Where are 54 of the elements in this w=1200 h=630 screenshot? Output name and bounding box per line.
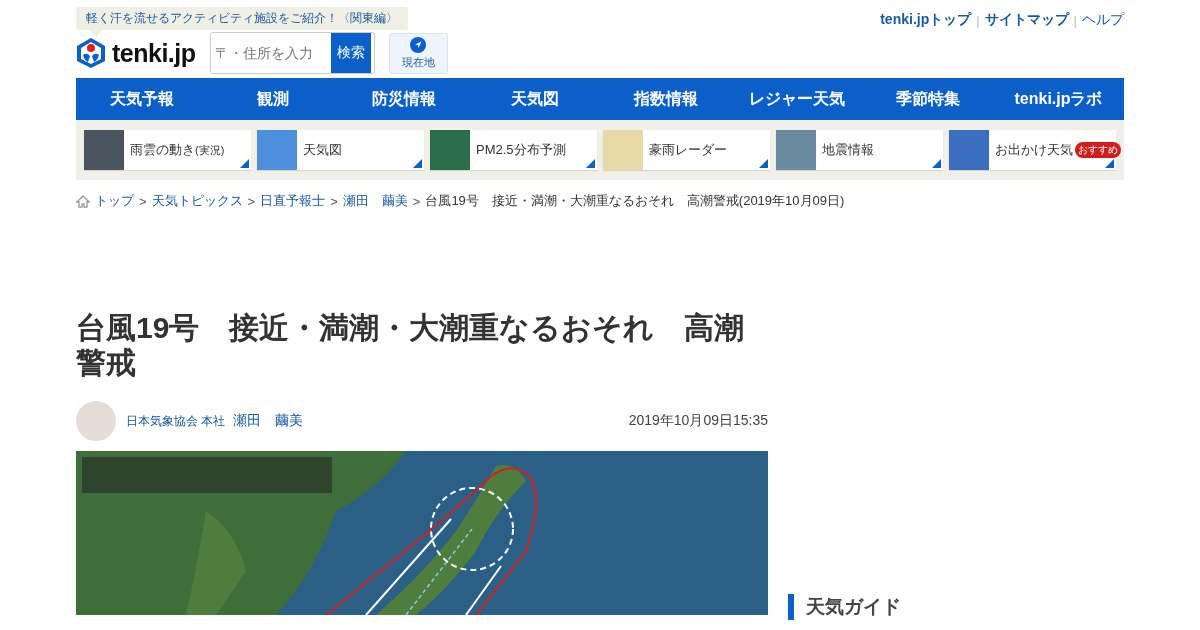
author-name[interactable]: 瀬田 繭美 [233,412,304,430]
breadcrumb-separator: > [247,193,256,209]
header-link[interactable]: ヘルプ [1082,11,1124,29]
logo-icon [76,37,106,69]
quick-link-label: 豪雨レーダー [649,141,727,159]
header-link[interactable]: サイトマップ [984,11,1069,29]
thumbnail-image [776,130,816,170]
quick-link-card[interactable]: 雨雲の動き(実況) [84,130,251,170]
search-button[interactable]: 検索 [330,33,371,73]
breadcrumb-link[interactable]: 瀬田 繭美 [342,192,408,210]
quick-link-card[interactable]: 天気図 [257,130,424,170]
quick-link-label: PM2.5分布予測 [476,141,566,159]
thumbnail-image [257,130,297,170]
breadcrumb-current: 台風19号 接近・満潮・大潮重なるおそれ 高潮警戒(2019年10月09日) [425,192,845,210]
article-title: 台風19号 接近・満潮・大潮重なるおそれ 高潮警戒 [76,310,746,380]
author-organization[interactable]: 日本気象協会 本社 [126,412,226,430]
quick-link-label: 天気図 [303,141,342,159]
sidebar-heading: 天気ガイド [788,594,901,620]
thumbnail-image [84,130,124,170]
home-icon [76,194,90,208]
breadcrumb-separator: > [139,193,147,209]
nav-item[interactable]: 季節特集 [862,78,993,120]
nav-item[interactable]: tenki.jpラボ [993,78,1124,120]
quick-link-card[interactable]: PM2.5分布予測 [430,130,597,170]
nav-item[interactable]: 観測 [207,78,338,120]
search-field[interactable]: 〒・住所を入力 検索 [209,32,375,74]
breadcrumb-separator: > [412,193,421,209]
logo-text[interactable]: tenki.jp [112,38,196,68]
nav-item[interactable]: 天気予報 [76,78,207,120]
quick-link-card[interactable]: 地震情報 [776,130,943,170]
corner-triangle-icon [1105,159,1114,168]
thumbnail-image [949,130,989,170]
header-link[interactable]: tenki.jpトップ [880,11,972,29]
nav-item[interactable]: 指数情報 [600,78,731,120]
author-avatar [76,401,116,441]
recommend-badge: おすすめ [1075,142,1121,158]
quick-link-label: 雨雲の動き(実況) [130,141,225,159]
nav-item[interactable]: レジャー天気 [731,78,862,120]
nav-item[interactable]: 防災情報 [338,78,469,120]
breadcrumb-link[interactable]: 日直予報士 [260,192,326,210]
breadcrumb-separator: > [330,193,338,209]
link-separator: | [1073,12,1077,28]
thumbnail-image [603,130,643,170]
location-button[interactable]: 現在地 [388,32,448,74]
link-separator: | [976,12,980,28]
breadcrumb-link[interactable]: 天気トピックス [151,192,243,210]
breadcrumb-link[interactable]: トップ [95,192,134,210]
quick-link-card[interactable]: 豪雨レーダー [603,130,770,170]
nav-item[interactable]: 天気図 [469,78,600,120]
article-date: 2019年10月09日15:35 [628,412,768,430]
thumbnail-image [430,130,470,170]
promo-banner[interactable]: 軽く汗を流せるアクティビティ施設をご紹介！〈関東編〉 [76,7,408,30]
quick-link-label: 地震情報 [822,141,874,159]
quick-link-label: お出かけ天気 [995,141,1073,159]
